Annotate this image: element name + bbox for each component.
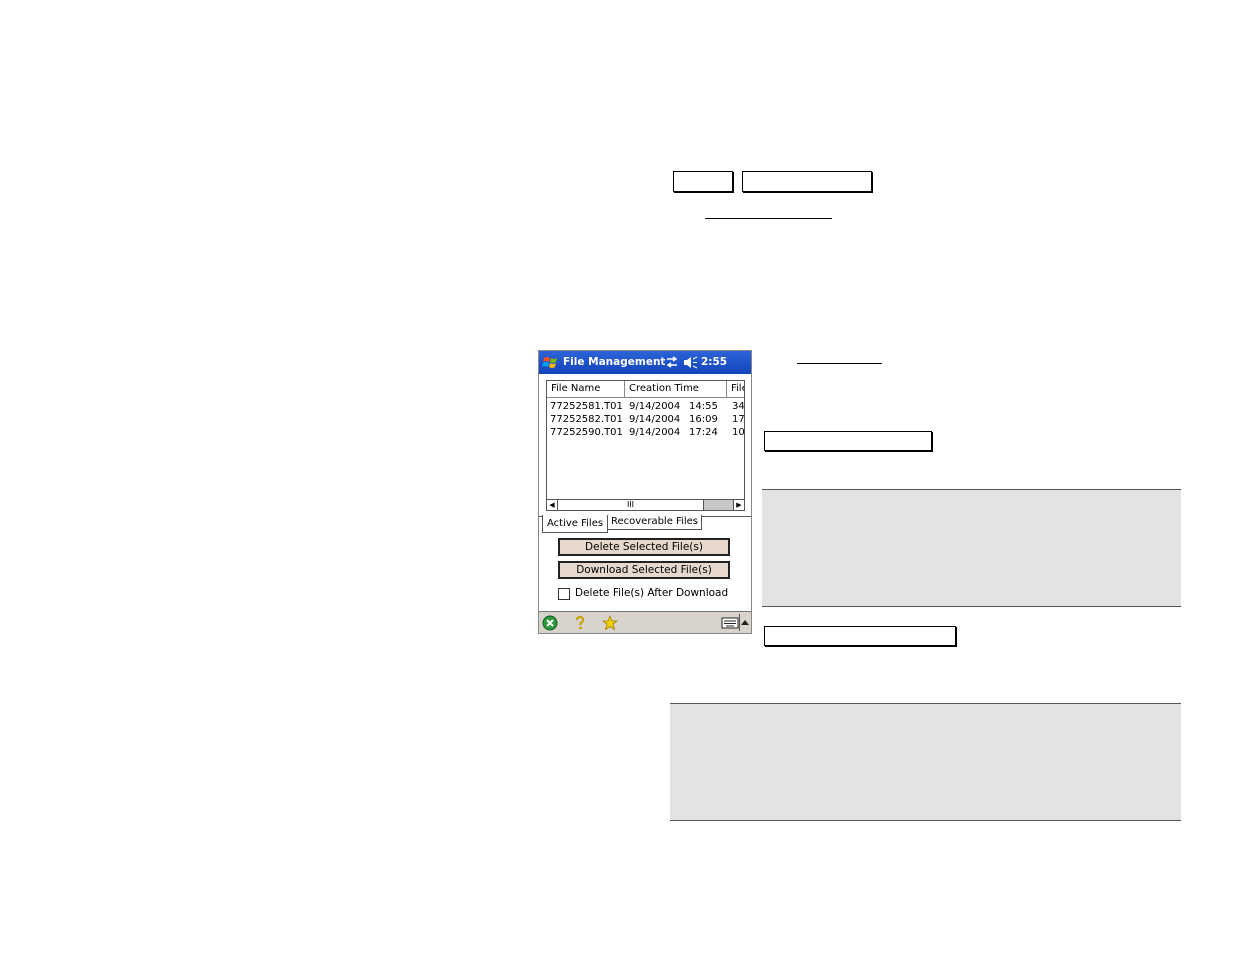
windows-flag-icon[interactable] bbox=[542, 354, 559, 371]
input-panel-arrow-icon[interactable] bbox=[740, 618, 750, 626]
grey-note-panel-1 bbox=[762, 489, 1181, 607]
scroll-left-arrow-icon[interactable]: ◀ bbox=[547, 500, 558, 510]
speaker-icon[interactable] bbox=[683, 356, 698, 369]
cell-time: 17:24 bbox=[689, 427, 718, 438]
top-underline bbox=[705, 218, 832, 219]
cell-size: 10 bbox=[732, 427, 745, 438]
download-selected-button[interactable]: Download Selected File(s) bbox=[558, 561, 730, 579]
cell-time: 14:55 bbox=[689, 401, 718, 412]
cell-date: 9/14/2004 bbox=[629, 401, 681, 412]
sync-arrows-icon[interactable] bbox=[666, 355, 678, 369]
grey-note-panel-2 bbox=[670, 703, 1181, 821]
tab-active-files[interactable]: Active Files bbox=[542, 515, 609, 533]
keyboard-icon[interactable] bbox=[721, 616, 739, 630]
delete-selected-button[interactable]: Delete Selected File(s) bbox=[558, 538, 730, 556]
table-row[interactable]: 77252582.T01 9/14/2004 16:09 17 bbox=[547, 413, 745, 426]
lower-box bbox=[764, 626, 956, 646]
middle-box bbox=[764, 431, 932, 451]
clock: 2:55 bbox=[701, 356, 728, 368]
scroll-thumb[interactable]: III bbox=[558, 500, 704, 510]
title-bar: File Management 2:55 bbox=[539, 351, 751, 374]
horizontal-scrollbar[interactable]: ◀ III ▶ bbox=[547, 499, 744, 510]
window-title: File Management bbox=[563, 356, 666, 368]
column-header-file-size[interactable]: File bbox=[727, 381, 744, 398]
help-icon[interactable] bbox=[572, 615, 588, 631]
top-wide-box bbox=[742, 171, 872, 192]
scroll-right-arrow-icon[interactable]: ▶ bbox=[733, 500, 744, 510]
close-icon[interactable] bbox=[542, 615, 558, 631]
cell-file-name: 77252590.T01 bbox=[550, 427, 623, 438]
file-list[interactable]: File Name Creation Time File 77252581.T0… bbox=[546, 380, 745, 511]
side-underline bbox=[797, 363, 882, 364]
column-header-file-name[interactable]: File Name bbox=[547, 381, 625, 398]
cell-size: 34 bbox=[732, 401, 745, 412]
table-row[interactable]: 77252581.T01 9/14/2004 14:55 34 bbox=[547, 400, 745, 413]
cell-file-name: 77252582.T01 bbox=[550, 414, 623, 425]
column-header-creation-time[interactable]: Creation Time bbox=[625, 381, 727, 398]
top-small-box bbox=[673, 171, 733, 192]
tab-recoverable-files[interactable]: Recoverable Files bbox=[607, 515, 702, 530]
delete-after-download-label: Delete File(s) After Download bbox=[575, 587, 729, 599]
delete-after-download-checkbox[interactable] bbox=[558, 588, 570, 600]
cell-file-name: 77252581.T01 bbox=[550, 401, 623, 412]
cell-time: 16:09 bbox=[689, 414, 718, 425]
bottom-toolbar bbox=[539, 611, 751, 633]
cell-date: 9/14/2004 bbox=[629, 427, 681, 438]
table-row[interactable]: 77252590.T01 9/14/2004 17:24 10 bbox=[547, 426, 745, 439]
favorites-icon[interactable] bbox=[602, 615, 618, 631]
cell-date: 9/14/2004 bbox=[629, 414, 681, 425]
pda-window: File Management 2:55 File Name Creation … bbox=[538, 350, 752, 634]
cell-size: 17 bbox=[732, 414, 745, 425]
